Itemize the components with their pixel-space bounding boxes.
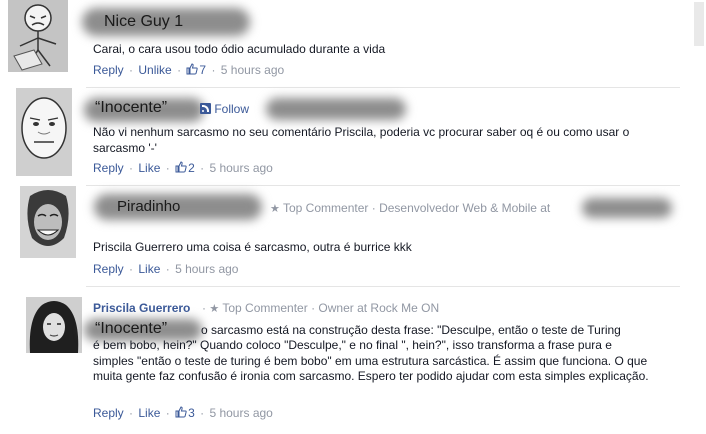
- rage-comic-drawing-icon: [8, 0, 68, 72]
- redacted-info: [266, 98, 406, 120]
- separator-dot: ·: [165, 262, 170, 276]
- separator-dot: ·: [129, 406, 134, 420]
- poker-face-drawing-icon: [16, 88, 72, 176]
- job-title: Desenvolvedor Web & Mobile at: [379, 201, 551, 215]
- comment-2: “Inocente” Follow Não vi nenhum sarcasmo…: [0, 88, 680, 185]
- comment-1: Nice Guy 1 Carai, o cara usou todo ódio …: [0, 0, 680, 88]
- separator-dot: ·: [129, 63, 134, 77]
- avatar-poker-face[interactable]: [16, 88, 72, 176]
- comment-text: é bem bobo, hein?" Quando coloco "Descul…: [93, 338, 649, 383]
- timestamp[interactable]: 5 hours ago: [209, 406, 272, 420]
- separator-dot: ·: [211, 63, 216, 77]
- comment-actions: Reply · Like · 5 hours ago: [93, 262, 238, 276]
- crying-laugh-meme-icon: [20, 186, 76, 258]
- like-count[interactable]: 7: [186, 63, 209, 77]
- like-count[interactable]: 2: [175, 161, 198, 175]
- like-count[interactable]: 3: [175, 406, 198, 420]
- separator-dot: ·: [200, 161, 205, 175]
- separator-dot: ·: [311, 301, 316, 315]
- separator-dot: ·: [177, 63, 182, 77]
- author-name-link[interactable]: Priscila Guerrero: [93, 301, 190, 315]
- commenter-meta: · ★ Top Commenter · Owner at Rock Me ON: [202, 301, 439, 315]
- separator-dot: ·: [129, 262, 134, 276]
- thumbs-up-icon: [175, 406, 187, 418]
- comment-text: Carai, o cara usou todo ódio acumulado d…: [93, 42, 386, 56]
- separator-dot: ·: [200, 406, 205, 420]
- separator-dot: ·: [129, 161, 134, 175]
- avatar-rage-comic[interactable]: [8, 0, 68, 72]
- like-link[interactable]: Like: [138, 161, 160, 175]
- drawn-mention: “Inocente”: [95, 320, 168, 337]
- top-commenter-badge: Top Commenter: [283, 201, 369, 215]
- follow-link[interactable]: Follow: [214, 102, 249, 116]
- separator-dot: ·: [371, 201, 376, 215]
- commenter-meta: ★ Top Commenter · Desenvolvedor Web & Mo…: [270, 201, 550, 215]
- avatar-crying-laugh-meme[interactable]: [20, 186, 76, 258]
- comment-text-first-line: o sarcasmo está na construção desta fras…: [201, 323, 621, 337]
- comment-actions: Reply · Unlike · 7 · 5 hours ago: [93, 63, 284, 77]
- timestamp[interactable]: 5 hours ago: [175, 262, 238, 276]
- unlike-link[interactable]: Unlike: [138, 63, 171, 77]
- profile-photo-icon: [26, 297, 82, 353]
- scrollbar[interactable]: [692, 0, 706, 434]
- like-link[interactable]: Like: [138, 406, 160, 420]
- comment-text: Priscila Guerrero uma coisa é sarcasmo, …: [93, 240, 412, 254]
- follow-control: Follow: [200, 102, 249, 116]
- reply-link[interactable]: Reply: [93, 406, 124, 420]
- timestamp[interactable]: 5 hours ago: [221, 63, 284, 77]
- avatar-photo[interactable]: [26, 297, 82, 353]
- comment-text: Não vi nenhum sarcasmo no seu comentário…: [93, 125, 630, 155]
- top-commenter-badge: Top Commenter: [222, 301, 308, 315]
- star-icon: ★: [270, 203, 280, 215]
- timestamp[interactable]: 5 hours ago: [209, 161, 272, 175]
- separator-dot: ·: [202, 301, 206, 315]
- drawn-name: Piradinho: [117, 198, 181, 215]
- comment-4: Priscila Guerrero · ★ Top Commenter · Ow…: [0, 287, 680, 434]
- separator-dot: ·: [165, 161, 170, 175]
- reply-link[interactable]: Reply: [93, 63, 124, 77]
- star-icon: ★: [209, 303, 220, 315]
- scrollbar-thumb[interactable]: [694, 2, 704, 46]
- separator-dot: ·: [165, 406, 170, 420]
- thumbs-up-icon: [175, 161, 187, 173]
- thumbs-up-icon: [186, 63, 199, 75]
- job-title: Owner at Rock Me ON: [318, 301, 440, 315]
- reply-link[interactable]: Reply: [93, 161, 124, 175]
- comment-actions: Reply · Like · 2 · 5 hours ago: [93, 161, 273, 175]
- comment-actions: Reply · Like · 3 · 5 hours ago: [93, 406, 273, 420]
- redacted-employer: [582, 198, 672, 218]
- drawn-name: Nice Guy 1: [104, 13, 184, 30]
- drawn-name: “Inocente”: [95, 99, 168, 116]
- rss-icon: [200, 103, 211, 114]
- comment-3: Piradinho ★ Top Commenter · Desenvolvedo…: [0, 186, 680, 286]
- reply-link[interactable]: Reply: [93, 262, 124, 276]
- like-link[interactable]: Like: [138, 262, 160, 276]
